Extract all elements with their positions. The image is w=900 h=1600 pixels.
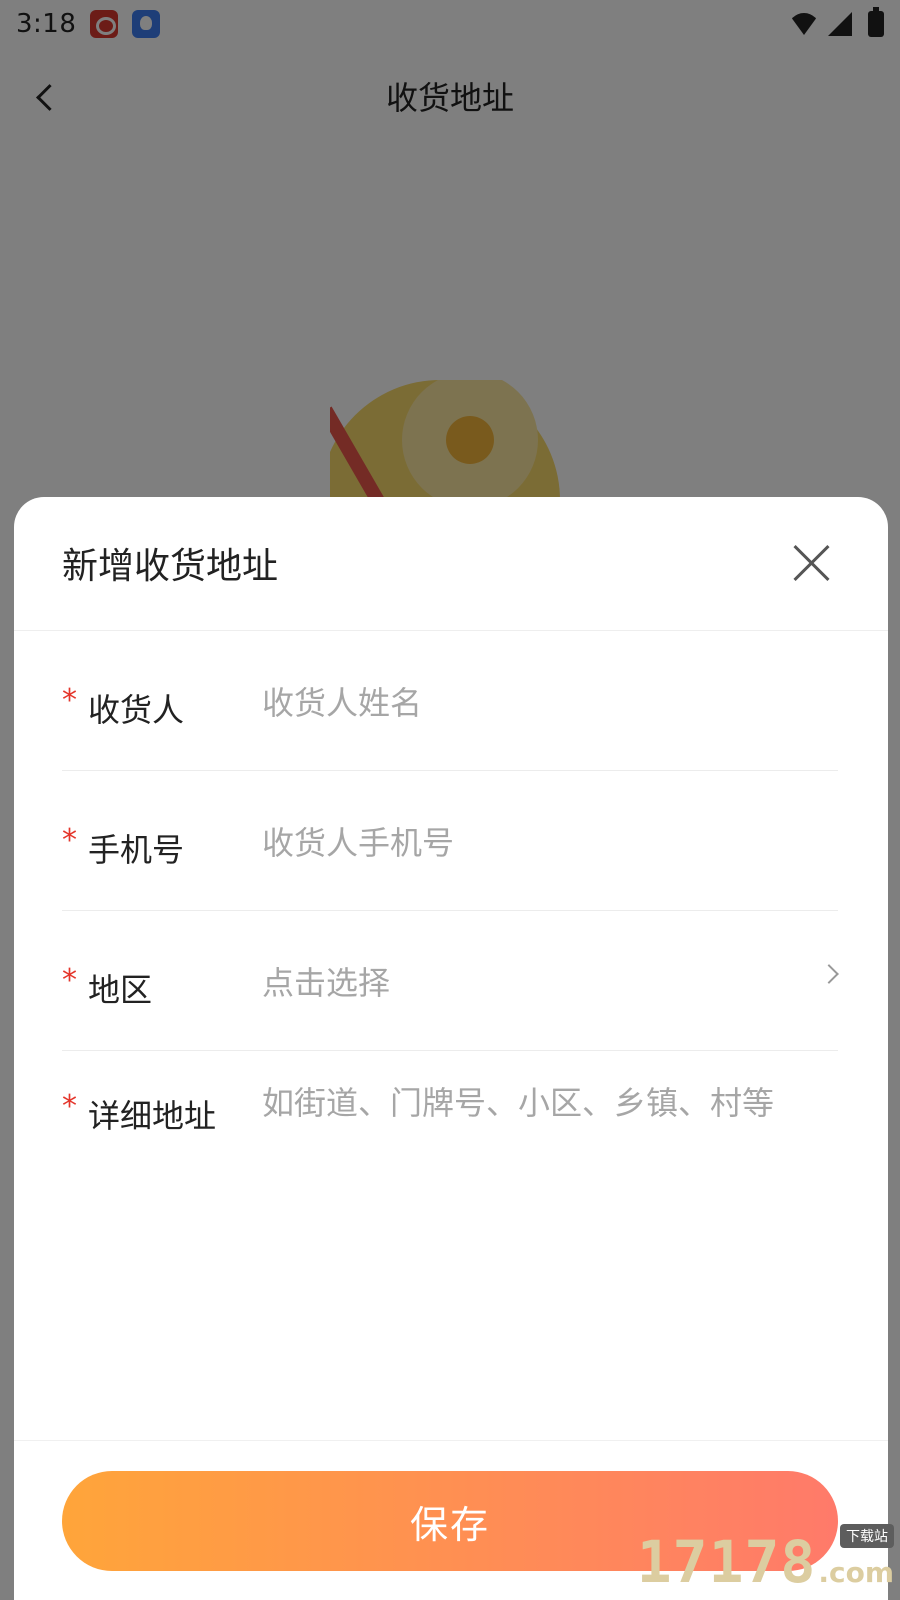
- detail-address-label: 详细地址: [88, 1097, 217, 1135]
- region-row[interactable]: * 地区: [62, 911, 839, 1051]
- sheet-title: 新增收货地址: [62, 546, 279, 587]
- watermark-domain: .com: [818, 1556, 894, 1589]
- detail-address-textarea[interactable]: [262, 1081, 838, 1281]
- watermark-numbers: 17178: [636, 1528, 817, 1596]
- close-icon[interactable]: [792, 543, 832, 583]
- phone-row: * 手机号: [62, 771, 838, 911]
- recipient-label: 收货人: [88, 691, 185, 729]
- sheet-header: 新增收货地址: [14, 497, 888, 631]
- phone-input[interactable]: [262, 815, 822, 871]
- chevron-right-icon: [819, 964, 839, 984]
- address-form: * 收货人 * 手机号 * 地区 * 详细地址: [62, 631, 839, 1311]
- detail-address-row: * 详细地址: [62, 1051, 838, 1311]
- required-mark: *: [62, 1089, 77, 1124]
- watermark-tag: 下载站: [840, 1524, 894, 1548]
- region-label: 地区: [88, 971, 153, 1009]
- required-mark: *: [62, 963, 77, 998]
- required-mark: *: [62, 683, 77, 718]
- required-mark: *: [62, 823, 77, 858]
- region-select-input[interactable]: [262, 955, 822, 1011]
- recipient-row: * 收货人: [62, 631, 838, 771]
- add-address-sheet: 新增收货地址 * 收货人 * 手机号 * 地区 * 详细地址 保存: [14, 497, 888, 1600]
- phone-label: 手机号: [88, 831, 185, 869]
- recipient-name-input[interactable]: [262, 675, 822, 731]
- site-watermark: 下载站 17178.com: [636, 1524, 894, 1596]
